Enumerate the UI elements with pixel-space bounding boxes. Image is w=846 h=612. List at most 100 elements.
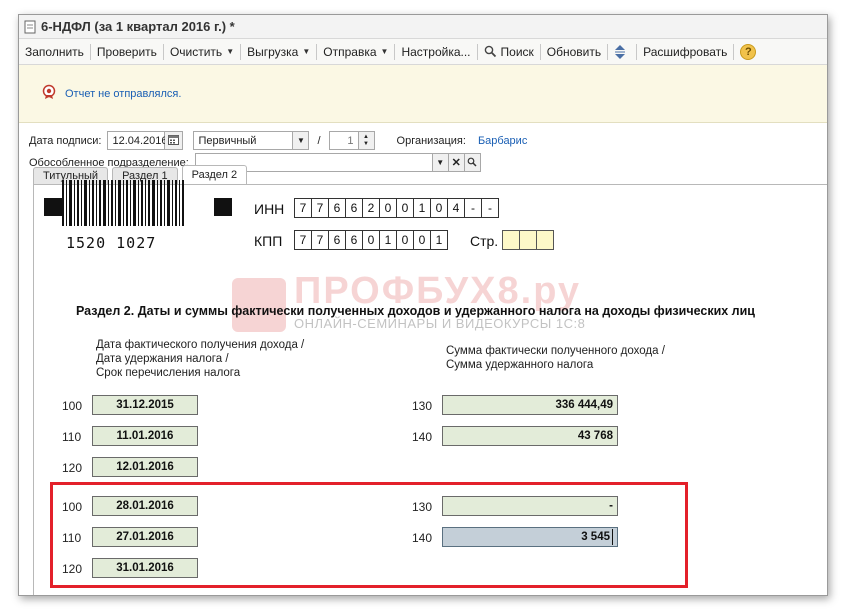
inn-cell[interactable]: 6 bbox=[328, 198, 346, 218]
kpp-cell[interactable]: 6 bbox=[328, 230, 346, 250]
clear-button[interactable]: Очистить ▼ bbox=[164, 42, 240, 62]
dates-header-line: Срок перечисления налога bbox=[96, 367, 241, 379]
inn-label: ИНН bbox=[254, 201, 285, 217]
document-icon bbox=[23, 20, 37, 34]
chevron-down-icon: ▼ bbox=[302, 47, 311, 56]
sign-date-label: Дата подписи: bbox=[29, 134, 102, 147]
sign-date-row: Дата подписи: 12.04.2016 Первичный ▼ / 1… bbox=[29, 131, 527, 150]
kpp-cell[interactable]: 7 bbox=[294, 230, 312, 250]
inn-cells: 7 7 6 6 2 0 0 1 0 4 - - bbox=[294, 198, 499, 218]
inn-cell[interactable]: 7 bbox=[311, 198, 329, 218]
corner-marker-left bbox=[44, 198, 62, 216]
line-code: 130 bbox=[412, 399, 433, 413]
division-dropdown[interactable]: ▼ bbox=[432, 153, 449, 172]
kpp-cell[interactable]: 0 bbox=[396, 230, 414, 250]
status-seal-icon bbox=[41, 84, 57, 103]
send-status-bar: Отчет не отправлялся. bbox=[19, 65, 827, 123]
dates-header-line: Дата удержания налога / bbox=[96, 353, 229, 365]
line-code: 110 bbox=[62, 430, 82, 444]
corner-marker-right bbox=[214, 198, 232, 216]
organization-link[interactable]: Барбарис bbox=[478, 135, 527, 147]
kpp-cell[interactable]: 6 bbox=[345, 230, 363, 250]
inn-cell[interactable]: 6 bbox=[345, 198, 363, 218]
fill-button[interactable]: Заполнить bbox=[19, 42, 90, 62]
export-button[interactable]: Выгрузка ▼ bbox=[241, 42, 316, 62]
window-title: 6-НДФЛ (за 1 квартал 2016 г.) * bbox=[41, 19, 235, 34]
search-icon bbox=[467, 157, 477, 169]
withholding-date-field[interactable]: 11.01.2016 bbox=[92, 426, 198, 446]
stepper-up-icon: ▲ bbox=[363, 133, 369, 140]
fill-button-label: Заполнить bbox=[25, 44, 84, 59]
transfer-deadline-field[interactable]: 12.01.2016 bbox=[92, 457, 198, 477]
sort-button[interactable] bbox=[608, 42, 636, 62]
export-button-label: Выгрузка bbox=[247, 44, 299, 59]
sums-header-line: Сумма удержанного налога bbox=[446, 359, 594, 371]
chevron-down-icon: ▼ bbox=[380, 47, 389, 56]
check-button-label: Проверить bbox=[96, 44, 157, 59]
inn-cell[interactable]: 7 bbox=[294, 198, 312, 218]
inn-cell[interactable]: 0 bbox=[379, 198, 397, 218]
inn-cell[interactable]: 1 bbox=[413, 198, 431, 218]
calendar-button[interactable] bbox=[165, 131, 184, 150]
page-label: Стр. bbox=[470, 233, 499, 249]
refresh-button-label: Обновить bbox=[546, 44, 602, 59]
check-button[interactable]: Проверить bbox=[91, 42, 163, 62]
income-sum-field[interactable]: 336 444,49 bbox=[442, 395, 618, 415]
barcode-image bbox=[62, 180, 184, 226]
dates-column-header: Дата фактического получения дохода / Дат… bbox=[96, 338, 304, 380]
line-code: 140 bbox=[412, 430, 433, 444]
income-date-field[interactable]: 31.12.2015 bbox=[92, 395, 198, 415]
toolbar: Заполнить Проверить Очистить ▼ Выгрузка ▼ … bbox=[19, 39, 827, 65]
kpp-cells: 7 7 6 6 0 1 0 0 1 bbox=[294, 230, 448, 250]
highlight-frame bbox=[50, 482, 688, 588]
inn-cell[interactable]: 0 bbox=[430, 198, 448, 218]
correction-number-stepper[interactable]: ▲ ▼ bbox=[358, 131, 375, 150]
chevron-down-icon: ▼ bbox=[226, 47, 235, 56]
stepper-down-icon: ▼ bbox=[363, 140, 369, 147]
report-type-select[interactable]: Первичный bbox=[193, 131, 294, 150]
chevron-down-icon: ▼ bbox=[436, 158, 445, 167]
decode-button[interactable]: Расшифровать bbox=[637, 42, 733, 62]
section-title: Раздел 2. Даты и суммы фактически получе… bbox=[76, 304, 755, 318]
report-type-dropdown[interactable]: ▼ bbox=[293, 131, 310, 150]
settings-button-label: Настройка... bbox=[401, 44, 471, 59]
decode-button-label: Расшифровать bbox=[643, 44, 728, 59]
inn-cell[interactable]: - bbox=[464, 198, 482, 218]
send-button[interactable]: Отправка ▼ bbox=[317, 42, 394, 62]
kpp-cell[interactable]: 7 bbox=[311, 230, 329, 250]
kpp-cell[interactable]: 1 bbox=[430, 230, 448, 250]
inn-cell[interactable]: 4 bbox=[447, 198, 465, 218]
tab-section-2[interactable]: Раздел 2 bbox=[181, 165, 248, 184]
help-icon: ? bbox=[740, 43, 757, 60]
search-button-label: Поиск bbox=[500, 44, 534, 59]
kpp-cell[interactable]: 1 bbox=[379, 230, 397, 250]
sign-date-input[interactable]: 12.04.2016 bbox=[107, 131, 168, 150]
clear-button-label: Очистить bbox=[169, 44, 223, 59]
close-icon: ✕ bbox=[451, 157, 461, 169]
refresh-button[interactable]: Обновить bbox=[541, 42, 607, 62]
kpp-cell[interactable]: 0 bbox=[413, 230, 431, 250]
inn-cell[interactable]: 0 bbox=[396, 198, 414, 218]
page-cell[interactable] bbox=[519, 230, 537, 250]
withheld-tax-field[interactable]: 43 768 bbox=[442, 426, 618, 446]
correction-number-input[interactable]: 1 bbox=[328, 131, 359, 150]
division-search-button[interactable] bbox=[464, 153, 481, 172]
inn-cell[interactable]: 2 bbox=[362, 198, 380, 218]
sums-column-header: Сумма фактически полученного дохода / Су… bbox=[446, 344, 665, 372]
dates-header-line: Дата фактического получения дохода / bbox=[96, 339, 305, 351]
sums-header-line: Сумма фактически полученного дохода / bbox=[446, 345, 665, 357]
page-cell[interactable] bbox=[502, 230, 520, 250]
sort-arrows-icon bbox=[614, 44, 626, 60]
line-code: 120 bbox=[62, 461, 83, 475]
search-button[interactable]: Поиск bbox=[478, 42, 540, 62]
search-icon bbox=[484, 45, 497, 58]
organization-label: Организация: bbox=[396, 134, 466, 147]
help-button[interactable]: ? bbox=[734, 42, 762, 62]
window-titlebar: 6-НДФЛ (за 1 квартал 2016 г.) * bbox=[19, 15, 827, 39]
calendar-icon bbox=[168, 134, 180, 147]
page-cell[interactable] bbox=[536, 230, 554, 250]
settings-button[interactable]: Настройка... bbox=[395, 42, 476, 62]
inn-cell[interactable]: - bbox=[481, 198, 499, 218]
division-clear-button[interactable]: ✕ bbox=[448, 153, 465, 172]
kpp-cell[interactable]: 0 bbox=[362, 230, 380, 250]
